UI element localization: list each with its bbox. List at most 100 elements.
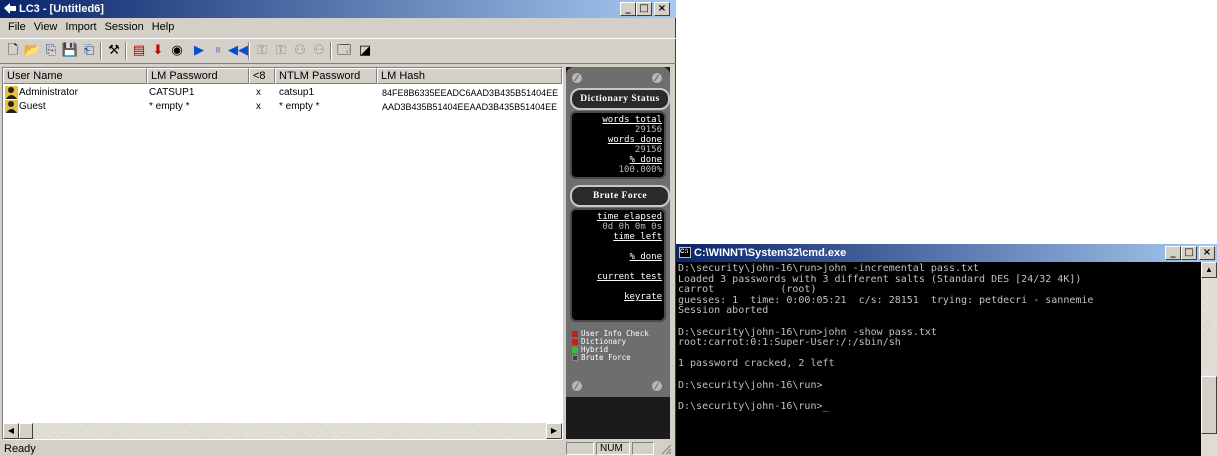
lc3-title-bar[interactable]: LC3 - [Untitled6] _ □ × [0,0,676,18]
console-output[interactable]: D:\security\john-16\run>john -incrementa… [676,262,1201,456]
key-icon[interactable]: ⚿ [253,42,271,60]
import-icon[interactable]: ⎘ [42,42,60,60]
list-header: User Name LM Password <8 NTLM Password L… [3,68,562,84]
current-test-label: current test [596,272,662,282]
open-icon[interactable]: 📂 [23,42,41,60]
checkbox-icon[interactable] [572,331,578,337]
close-button[interactable]: × [654,2,670,16]
key2-icon[interactable]: ⚿ [272,42,290,60]
user-name: Administrator [19,87,78,98]
col-lm-password[interactable]: LM Password [147,68,249,84]
minimize-button[interactable]: _ [1165,246,1181,260]
console-line: ​ [678,370,1199,381]
checkbox-icon[interactable] [572,339,578,345]
options-icon[interactable]: ◉ [168,42,186,60]
option-label: Brute Force [581,353,631,362]
screw-icon: ⁄ [572,73,582,83]
accounts-list[interactable]: User Name LM Password <8 NTLM Password L… [2,67,563,440]
time-elapsed-label: time elapsed [596,212,662,222]
close-button[interactable]: × [1199,246,1215,260]
status-pane [566,442,594,455]
resize-grip-icon[interactable] [660,443,672,455]
col-ntlm-password[interactable]: NTLM Password [275,68,377,84]
rewind-icon[interactable]: ◀◀ [228,42,248,60]
menu-import[interactable]: Import [61,21,100,33]
cmd-window: C:\ C:\WINNT\System32\cmd.exe _ □ × D:\s… [676,244,1217,456]
lm-password: CATSUP1 [149,87,195,98]
time-elapsed-value: 0d 0h 0m 0s [602,222,662,232]
screw-icon: ⁄ [652,381,662,391]
brute-force-title: Brute Force [570,185,670,207]
status-message: Ready [4,443,36,455]
scroll-thumb[interactable] [1201,376,1217,434]
menu-help[interactable]: Help [148,21,179,33]
download-icon[interactable]: ⬇ [149,42,167,60]
maximize-button[interactable]: □ [1181,246,1197,260]
ntlm-password: catsup1 [279,87,315,98]
lm-hash: AAD3B435B51404EEAAD3B435B51404EE [382,102,558,112]
checkbox-icon[interactable] [572,347,578,353]
cmd-window-title: C:\WINNT\System32\cmd.exe [694,247,847,259]
menu-view[interactable]: View [30,21,62,33]
dictionary-status-title: Dictionary Status [570,88,670,110]
pct-done-label: % done [629,155,662,165]
toolbar-separator [330,42,332,60]
horizontal-scrollbar[interactable]: ◀ ▶ [3,423,562,439]
console-line: D:\security\john-16\run> [678,379,823,391]
users2-icon[interactable]: ⚇ [310,42,328,60]
wizard-icon[interactable]: ⚒ [105,42,123,60]
status-pane [632,442,654,455]
screw-icon: ⁄ [652,73,662,83]
console-line: ​ [678,317,1199,328]
vertical-scrollbar[interactable]: ▲ [1201,262,1217,456]
console-line: D:\security\john-16\run>john -incrementa… [678,263,980,274]
minimize-button[interactable]: _ [620,2,636,16]
window-icon[interactable]: 🗔 [335,42,353,60]
export-icon[interactable]: ⎗ [80,42,98,60]
play-icon[interactable]: ▶ [190,42,208,60]
table-row[interactable]: Guest * empty * x * empty * AAD3B435B514… [3,100,562,114]
cmd-title-bar[interactable]: C:\ C:\WINNT\System32\cmd.exe _ □ × [676,244,1217,262]
user-icon [5,100,18,113]
keyrate-label: keyrate [624,292,662,302]
toolbar-separator [100,42,102,60]
scroll-thumb[interactable] [19,423,33,439]
words-done-value: 29156 [634,145,662,155]
brute-force-display: time elapsed 0d 0h 0m 0s time left % don… [570,208,666,322]
new-icon[interactable]: 🗋 [4,42,22,60]
scroll-left-button[interactable]: ◀ [3,423,19,439]
words-total-value: 29156 [634,125,662,135]
dictionary-status-display: words total 29156 words done 29156 % don… [570,111,666,179]
table-row[interactable]: Administrator CATSUP1 x catsup1 84FE8B63… [3,86,562,100]
crack-options: User Info Check Dictionary Hybrid Brute … [572,330,668,362]
toolbar-separator [125,42,127,60]
toolbar-separator [248,42,250,60]
console-icon: C:\ [679,247,691,258]
fullscreen-icon[interactable]: ◪ [356,42,374,60]
menu-session[interactable]: Session [101,21,148,33]
scroll-right-button[interactable]: ▶ [546,423,562,439]
window-title: LC3 - [Untitled6] [19,3,104,15]
pct-done-value: 100.000% [618,165,662,175]
menu-file[interactable]: File [4,21,30,33]
col-lt8[interactable]: <8 [249,68,275,84]
lm-hash: 84FE8B6335EEADC6AAD3B435B51404EE [382,88,559,98]
lm-password: * empty * [149,101,190,112]
col-lm-hash[interactable]: LM Hash [377,68,562,84]
maximize-button[interactable]: □ [636,2,652,16]
status-bar: Ready NUM [0,442,676,456]
users-icon[interactable]: ⚇ [291,42,309,60]
user-name: Guest [19,101,46,112]
scroll-up-button[interactable]: ▲ [1201,262,1217,278]
words-total-label: words total [602,115,662,125]
grid-icon[interactable]: ▤ [130,42,148,60]
screw-icon: ⁄ [572,381,582,391]
option-brute-force[interactable]: Brute Force [572,354,668,362]
pause-icon[interactable]: ⏸ [209,42,227,60]
col-user-name[interactable]: User Name [3,68,147,84]
lt8-flag: x [256,87,261,98]
ntlm-password: * empty * [279,101,320,112]
save-icon[interactable]: 💾 [61,42,79,60]
checkbox-icon[interactable] [572,355,578,361]
user-icon [5,86,18,99]
